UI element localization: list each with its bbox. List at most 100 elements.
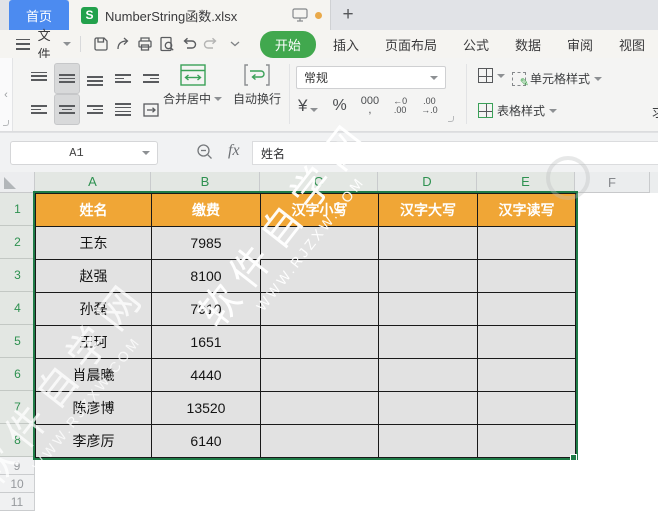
quick-access-more-chevron-icon[interactable] — [224, 33, 246, 55]
row-header-7[interactable]: 7 — [0, 391, 35, 424]
cell-C6[interactable] — [260, 358, 379, 392]
decrease-indent-button[interactable] — [110, 63, 136, 94]
align-right-button[interactable] — [82, 94, 108, 125]
hamburger-menu-icon[interactable] — [16, 38, 30, 50]
row-header-3[interactable]: 3 — [0, 259, 35, 292]
cell-C4[interactable] — [260, 292, 379, 326]
row-header-5[interactable]: 5 — [0, 325, 35, 358]
header-cell-B1[interactable]: 缴费 — [151, 193, 261, 227]
column-header-E[interactable]: E — [477, 172, 575, 193]
header-cell-A1[interactable]: 姓名 — [35, 193, 152, 227]
percent-format-button[interactable]: % — [332, 97, 346, 115]
cell-E3[interactable] — [477, 259, 576, 293]
ribbon-tab-插入[interactable]: 插入 — [320, 31, 372, 58]
justify-button[interactable] — [110, 94, 136, 125]
cell-D3[interactable] — [378, 259, 478, 293]
cell-B4[interactable]: 7910 — [151, 292, 261, 326]
ribbon-tab-页面布局[interactable]: 页面布局 — [372, 31, 450, 58]
ribbon-tab-开始[interactable]: 开始 — [259, 30, 316, 58]
row-header-6[interactable]: 6 — [0, 358, 35, 391]
cell-D7[interactable] — [378, 391, 478, 425]
cell-B8[interactable]: 6140 — [151, 424, 261, 458]
cell-A4[interactable]: 孙磊 — [35, 292, 152, 326]
cell-D5[interactable] — [378, 325, 478, 359]
cell-A3[interactable]: 赵强 — [35, 259, 152, 293]
print-button[interactable] — [134, 33, 156, 55]
align-middle-button[interactable] — [54, 63, 80, 94]
text-orientation-button[interactable] — [138, 94, 164, 125]
increase-decimal-button[interactable]: ←0 .00 — [393, 97, 407, 115]
cell-B2[interactable]: 7985 — [151, 226, 261, 260]
undo-button[interactable] — [178, 33, 200, 55]
wrap-text-button[interactable]: 自动换行 — [233, 64, 281, 107]
cell-A8[interactable]: 李彦厉 — [35, 424, 152, 458]
cell-C8[interactable] — [260, 424, 379, 458]
cell-D6[interactable] — [378, 358, 478, 392]
cell-B7[interactable]: 13520 — [151, 391, 261, 425]
header-cell-C1[interactable]: 汉字小写 — [260, 193, 379, 227]
row-header-8[interactable]: 8 — [0, 424, 35, 457]
column-header-A[interactable]: A — [35, 172, 151, 193]
sum-button-clipped[interactable]: 求 — [652, 102, 658, 121]
row-header-9[interactable]: 9 — [0, 457, 35, 475]
cell-E8[interactable] — [477, 424, 576, 458]
cell-style-button[interactable]: ✎ 单元格样式 — [512, 70, 603, 89]
cell-B5[interactable]: 1651 — [151, 325, 261, 359]
zoom-out-icon[interactable] — [196, 143, 214, 166]
align-left-button[interactable] — [26, 94, 52, 125]
document-tab[interactable]: S NumberString函数.xlsx — [69, 0, 331, 30]
cell-E7[interactable] — [477, 391, 576, 425]
cell-A6[interactable]: 肖晨曦 — [35, 358, 152, 392]
cell-C7[interactable] — [260, 391, 379, 425]
cell-C5[interactable] — [260, 325, 379, 359]
ribbon-tab-数据[interactable]: 数据 — [502, 31, 554, 58]
row-header-11[interactable]: 11 — [0, 493, 35, 511]
cell-D2[interactable] — [378, 226, 478, 260]
cell-A5[interactable]: 王珂 — [35, 325, 152, 359]
borders-button[interactable] — [478, 68, 505, 83]
number-group-launcher[interactable] — [448, 116, 454, 122]
export-button[interactable] — [112, 33, 134, 55]
cell-D8[interactable] — [378, 424, 478, 458]
cell-C2[interactable] — [260, 226, 379, 260]
row-header-10[interactable]: 10 — [0, 475, 35, 493]
redo-button[interactable] — [200, 33, 222, 55]
row-header-2[interactable]: 2 — [0, 226, 35, 259]
column-header-F[interactable]: F — [575, 172, 650, 193]
cell-D4[interactable] — [378, 292, 478, 326]
cell-E6[interactable] — [477, 358, 576, 392]
column-header-B[interactable]: B — [151, 172, 260, 193]
decrease-decimal-button[interactable]: .00 →.0 — [421, 97, 438, 115]
cell-B6[interactable]: 4440 — [151, 358, 261, 392]
increase-indent-button[interactable] — [138, 63, 164, 94]
align-center-button[interactable] — [54, 94, 80, 125]
file-menu-chevron-icon[interactable] — [62, 42, 71, 46]
cell-A2[interactable]: 王东 — [35, 226, 152, 260]
ribbon-tab-公式[interactable]: 公式 — [450, 31, 502, 58]
save-button[interactable] — [89, 33, 111, 55]
header-cell-D1[interactable]: 汉字大写 — [378, 193, 478, 227]
column-header-C[interactable]: C — [260, 172, 378, 193]
formula-input[interactable]: 姓名 — [252, 141, 658, 165]
ribbon-tab-视图[interactable]: 视图 — [606, 31, 658, 58]
insert-function-button[interactable]: fx — [228, 142, 240, 160]
select-all-corner[interactable] — [0, 172, 35, 193]
currency-format-button[interactable]: ¥ — [298, 96, 319, 116]
header-cell-E1[interactable]: 汉字读写 — [477, 193, 576, 227]
number-format-dropdown[interactable]: 常规 — [296, 66, 446, 89]
left-group-launcher[interactable] — [3, 120, 9, 126]
table-style-button[interactable]: 表格样式 — [478, 102, 558, 119]
cell-E5[interactable] — [477, 325, 576, 359]
comma-format-button[interactable]: 000, — [361, 96, 379, 116]
cell-C3[interactable] — [260, 259, 379, 293]
cell-E4[interactable] — [477, 292, 576, 326]
align-top-button[interactable] — [26, 63, 52, 94]
new-tab-button[interactable]: + — [331, 0, 365, 30]
column-header-D[interactable]: D — [378, 172, 477, 193]
cell-E2[interactable] — [477, 226, 576, 260]
cell-A7[interactable]: 陈彦博 — [35, 391, 152, 425]
share-to-screen-icon[interactable] — [292, 8, 308, 22]
name-box[interactable]: A1 — [10, 141, 158, 165]
print-preview-button[interactable] — [156, 33, 178, 55]
ribbon-tab-审阅[interactable]: 审阅 — [554, 31, 606, 58]
